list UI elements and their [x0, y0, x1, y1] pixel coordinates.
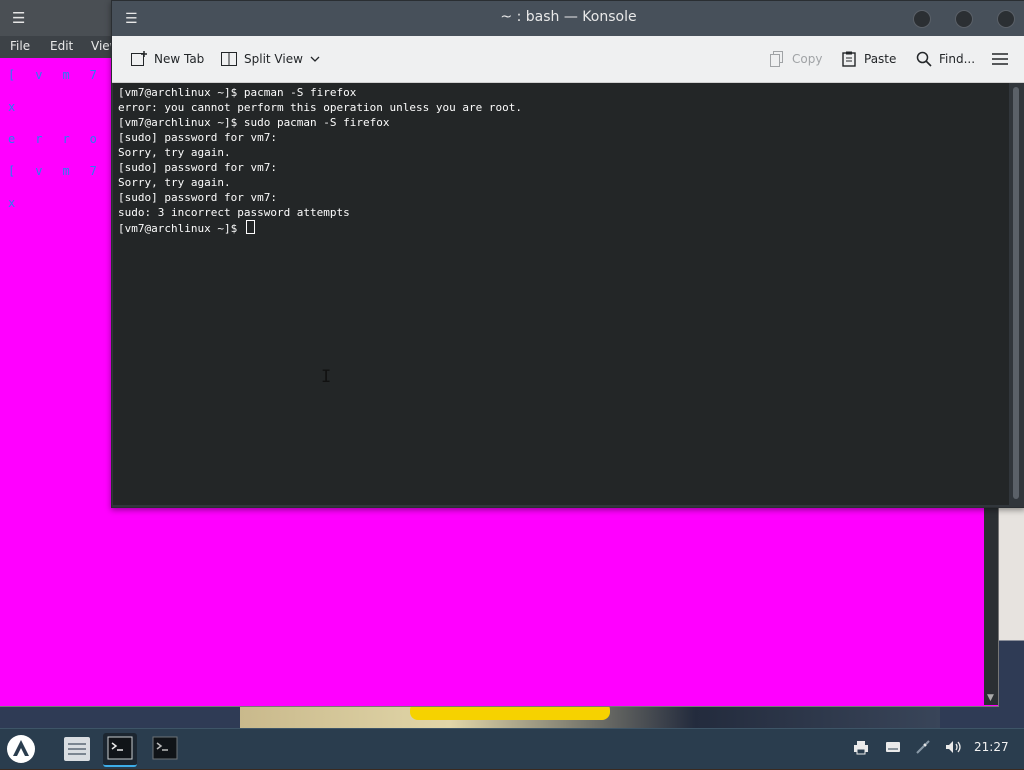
- taskbar-konsole-second[interactable]: [148, 733, 182, 765]
- maximize-button[interactable]: [955, 10, 973, 28]
- terminal-line: [sudo] password for vm7:: [118, 191, 277, 204]
- split-view-button[interactable]: Split View: [220, 48, 321, 70]
- system-clock[interactable]: 21:27: [974, 740, 1009, 754]
- new-tab-button[interactable]: New Tab: [130, 48, 204, 70]
- printer-icon[interactable]: [853, 739, 869, 759]
- window-title: ~ : bash — Konsole: [500, 9, 637, 25]
- background-text-line: [vm7: [8, 164, 117, 178]
- taskbar: 21:27: [0, 728, 1024, 769]
- hamburger-menu-icon: [991, 50, 1009, 68]
- terminal-line: [sudo] password for vm7:: [118, 131, 277, 144]
- terminal-line: sudo: 3 incorrect password attempts: [118, 206, 350, 219]
- volume-icon[interactable]: [945, 739, 963, 759]
- split-view-icon: [220, 50, 238, 68]
- terminal-line: [vm7@archlinux ~]$ sudo pacman -S firefo…: [118, 116, 390, 129]
- paste-label: Paste: [864, 52, 897, 66]
- terminal-line: error: you cannot perform this operation…: [118, 101, 522, 114]
- terminal-line: [vm7@archlinux ~]$ pacman -S firefox: [118, 86, 357, 99]
- menu-edit[interactable]: Edit: [50, 39, 73, 53]
- konsole-titlebar[interactable]: ☰ ~ : bash — Konsole: [112, 1, 1024, 36]
- terminal-scrollbar[interactable]: [1010, 83, 1023, 505]
- copy-label: Copy: [792, 52, 823, 66]
- arch-launcher-icon: [4, 735, 38, 770]
- new-tab-label: New Tab: [154, 52, 205, 66]
- file-manager-icon: [60, 737, 94, 769]
- mouse-ibeam-cursor-icon: I: [321, 367, 332, 387]
- find-label: Find...: [939, 52, 976, 66]
- konsole-window[interactable]: ☰ ~ : bash — Konsole New Tab Split View: [111, 0, 1024, 508]
- terminal-cursor: [245, 220, 255, 234]
- terminal-text: [vm7@archlinux ~]$ pacman -S firefox err…: [118, 85, 522, 235]
- prompt-line: [vm7@archlinux ~]$: [118, 220, 522, 235]
- search-icon: [915, 50, 933, 68]
- network-disconnected-icon[interactable]: [915, 739, 931, 759]
- copy-icon: [768, 50, 786, 68]
- background-text-line: erro: [8, 132, 117, 146]
- terminal-output[interactable]: [vm7@archlinux ~]$ pacman -S firefox err…: [113, 83, 1009, 505]
- paste-icon: [840, 50, 858, 68]
- menu-file[interactable]: File: [10, 39, 30, 53]
- scrollbar-thumb[interactable]: [1013, 87, 1019, 499]
- background-text-line: x: [8, 196, 36, 210]
- split-view-label: Split View: [244, 52, 303, 66]
- keyboard-icon[interactable]: [885, 739, 901, 759]
- main-menu-button[interactable]: [991, 48, 1009, 70]
- background-text-line: [vm7: [8, 68, 117, 82]
- taskbar-konsole-active[interactable]: [103, 733, 137, 767]
- background-scrollbar[interactable]: ▼: [984, 508, 998, 705]
- terminal-icon: [148, 736, 182, 769]
- paste-button[interactable]: Paste: [840, 48, 896, 70]
- minimize-button[interactable]: [913, 10, 931, 28]
- find-button[interactable]: Find...: [915, 48, 975, 70]
- terminal-line: Sorry, try again.: [118, 176, 231, 189]
- application-launcher-button[interactable]: [4, 732, 38, 766]
- copy-button[interactable]: Copy: [768, 48, 822, 70]
- close-button[interactable]: [997, 10, 1015, 28]
- background-text-line: x: [8, 100, 36, 114]
- new-tab-icon: [130, 50, 148, 68]
- prompt-text: [vm7@archlinux ~]$: [118, 222, 244, 235]
- konsole-toolbar: New Tab Split View Copy Paste Find...: [112, 36, 1024, 83]
- terminal-line: [sudo] password for vm7:: [118, 161, 277, 174]
- terminal-icon: [103, 736, 137, 769]
- hamburger-menu-icon[interactable]: ☰: [12, 9, 25, 27]
- taskbar-file-manager[interactable]: [60, 733, 94, 765]
- chevron-down-icon[interactable]: [309, 53, 321, 65]
- terminal-line: Sorry, try again.: [118, 146, 231, 159]
- scroll-down-arrow-icon[interactable]: ▼: [987, 693, 994, 703]
